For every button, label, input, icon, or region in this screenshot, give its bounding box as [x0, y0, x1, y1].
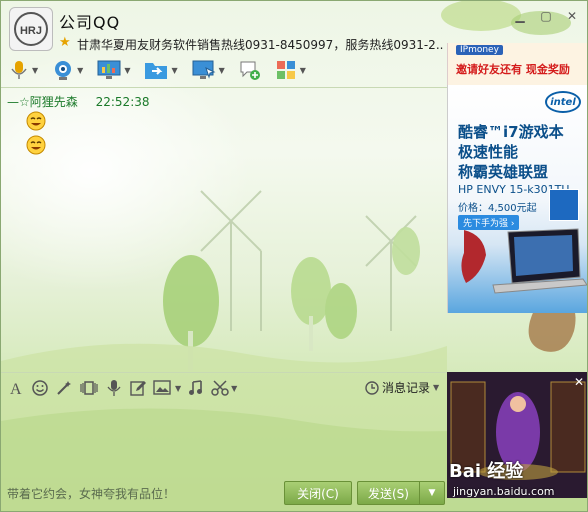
screenshot-button[interactable]: ▼	[211, 377, 237, 399]
shake-icon	[80, 381, 98, 395]
remote-assist-button[interactable]: ▼	[190, 58, 233, 82]
intel-logo-icon: intel	[545, 91, 581, 113]
voice-call-button[interactable]: ▼	[7, 58, 46, 82]
chevron-down-icon: ▼	[433, 383, 440, 392]
message-header: —☆阿狸先森 22:52:38	[7, 93, 150, 110]
laptop-image-icon	[492, 228, 587, 294]
chevron-down-icon[interactable]: ▼	[300, 66, 306, 75]
magic-expression-button[interactable]	[55, 377, 73, 399]
maximize-button[interactable]: ▢	[535, 7, 557, 25]
grin-emoji-icon	[26, 135, 46, 155]
send-image-button[interactable]: ▼	[153, 377, 181, 399]
watermark-text: Bai 经验	[449, 461, 524, 482]
create-discussion-button[interactable]	[237, 58, 263, 82]
svg-text:A: A	[10, 381, 22, 397]
window-controls: ▁ ▢ ✕	[509, 7, 583, 25]
message-history-button[interactable]: 消息记录 ▼	[365, 379, 439, 396]
music-button[interactable]	[187, 377, 205, 399]
dragon-character-icon	[461, 230, 486, 283]
minimize-button[interactable]: ▁	[509, 7, 531, 25]
history-label: 消息记录	[382, 381, 431, 395]
file-transfer-icon	[145, 63, 168, 79]
chevron-down-icon[interactable]: ▼	[32, 66, 38, 75]
font-icon: A	[10, 381, 22, 397]
ad-tagline: 称霸英雄联盟	[458, 163, 549, 181]
star-icon: ★	[59, 35, 71, 50]
ad-brand: IPmoney	[456, 45, 503, 55]
send-button[interactable]: 发送(S)	[357, 481, 419, 505]
chevron-down-icon[interactable]: ▼	[171, 66, 177, 75]
close-window-button[interactable]: ✕	[561, 7, 583, 25]
font-button[interactable]: A	[7, 377, 25, 399]
shake-window-button[interactable]	[79, 377, 99, 399]
music-note-icon	[189, 380, 203, 395]
remote-assist-icon	[192, 60, 216, 79]
emoji-button[interactable]	[31, 377, 49, 399]
window-title: 公司QQ	[59, 13, 121, 32]
edit-icon	[130, 381, 146, 396]
qq-chat-window: HRJ 公司QQ ★ 甘肃华夏用友财务软件销售热线0931-8450997，服务…	[0, 0, 588, 512]
message-time: 22:52:38	[95, 95, 150, 109]
hp-laptop-ad[interactable]: intel 酷睿™i7游戏本 极速性能 称霸英雄联盟 HP ENVY 15-k3…	[447, 85, 587, 313]
watermark-url: jingyan.baidu.com	[453, 485, 555, 498]
ad-subheadline: 极速性能	[458, 143, 519, 161]
divider	[1, 87, 447, 88]
footer-ad-link[interactable]: 带着它约会，女神夸我有品位！	[7, 485, 175, 502]
magic-wand-icon	[57, 381, 71, 395]
apps-button[interactable]: ▼	[273, 58, 314, 82]
voice-message-button[interactable]	[105, 377, 123, 399]
chat-toolbar: ▼ ▼ ▼ ▼ ▼ ▼	[7, 57, 314, 83]
close-ad-button[interactable]: ✕	[572, 375, 586, 389]
edit-button[interactable]	[129, 377, 147, 399]
chevron-down-icon[interactable]: ▼	[231, 384, 237, 393]
logo-text: HRJ	[20, 25, 42, 37]
chevron-down-icon[interactable]: ▼	[219, 66, 225, 75]
grin-emoji-icon	[26, 111, 46, 131]
ipmoney-ad-banner[interactable]: IPmoney 邀请好友还有 现金奖励	[447, 43, 587, 85]
ad-headline: 酷睿™i7游戏本	[458, 123, 564, 141]
voice-message-icon	[107, 380, 121, 396]
apps-icon	[276, 61, 295, 79]
send-file-button[interactable]: ▼	[142, 58, 185, 82]
chevron-down-icon[interactable]: ▼	[124, 66, 130, 75]
chevron-down-icon[interactable]: ▼	[175, 384, 181, 393]
message-sender: 阿狸先森	[29, 95, 78, 109]
core-i7-badge-icon	[549, 189, 579, 221]
chevron-down-icon: ▼	[428, 488, 436, 498]
screen-share-icon	[97, 60, 121, 79]
scissors-icon	[211, 380, 229, 396]
contact-avatar[interactable]: HRJ	[9, 7, 53, 51]
divider	[1, 372, 447, 373]
share-screen-button[interactable]: ▼	[95, 58, 138, 82]
create-discussion-icon	[240, 61, 260, 80]
close-button[interactable]: 关闭(C)	[284, 481, 352, 505]
webcam-icon	[55, 61, 72, 80]
video-call-button[interactable]: ▼	[50, 58, 91, 82]
message-history[interactable]: —☆阿狸先森 22:52:38	[1, 89, 447, 373]
send-options-button[interactable]: ▼	[419, 481, 445, 505]
contact-signature: 甘肃华夏用友财务软件销售热线0931-8450997，服务热线0931-2...	[77, 38, 443, 52]
company-logo-icon: HRJ	[14, 12, 48, 46]
ad-slogan: 邀请好友还有 现金奖励	[456, 63, 570, 76]
clock-icon	[365, 380, 379, 395]
chevron-down-icon[interactable]: ▼	[77, 66, 83, 75]
image-icon	[153, 380, 171, 395]
message-sender-prefix: —☆	[7, 95, 30, 109]
microphone-icon	[11, 61, 27, 79]
smiley-icon	[32, 380, 48, 396]
ad-price: 价格：4,500元起	[458, 203, 537, 214]
